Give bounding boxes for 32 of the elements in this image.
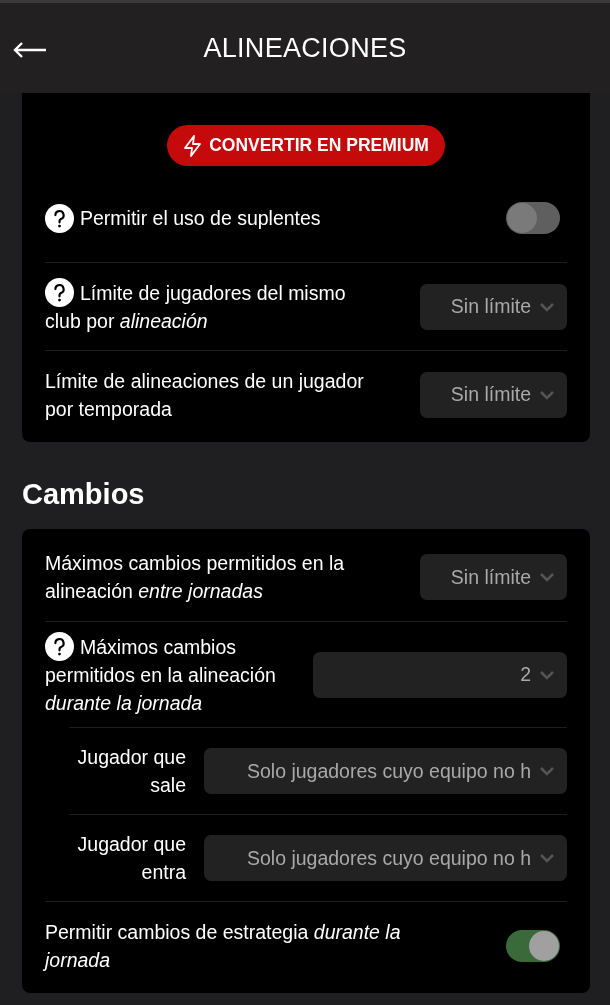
- toggle-switch[interactable]: [506, 929, 560, 962]
- setting-label: Máximos cambios: [80, 634, 237, 660]
- setting-label: Límite de alineaciones de un jugador por temporada: [45, 368, 365, 422]
- section-title: Cambios: [22, 477, 146, 512]
- help-icon[interactable]: [45, 632, 74, 661]
- chevron-down-icon: [539, 669, 555, 680]
- setting-label: Permitir cambios de estrategia durante la jornada: [45, 919, 402, 973]
- chevron-down-icon: [539, 766, 555, 776]
- setting-label: Máximos cambios permitidos en la alineación entre jornadas: [45, 551, 346, 604]
- page-title: ALINEACIONES: [203, 32, 407, 64]
- chevron-down-icon: [539, 853, 555, 863]
- setting-label: Límite de jugadores del mismo: [80, 280, 346, 306]
- dropdown[interactable]: Sin límite: [420, 554, 567, 600]
- dropdown[interactable]: Solo jugadores cuyo equipo no h: [204, 748, 567, 794]
- toggle-switch[interactable]: [506, 202, 560, 234]
- setting-label: club por alineación: [45, 309, 209, 334]
- chevron-down-icon: [539, 389, 555, 400]
- help-icon[interactable]: [45, 203, 74, 233]
- chevron-down-icon: [539, 572, 555, 582]
- dropdown[interactable]: Solo jugadores cuyo equipo no h: [204, 835, 567, 881]
- setting-label: Permitir el uso de suplentes: [80, 206, 321, 231]
- premium-button[interactable]: CONVERTIR EN PREMIUM: [167, 125, 445, 166]
- lightning-icon: [183, 134, 204, 157]
- setting-label: Jugador que sale: [76, 745, 186, 798]
- dropdown[interactable]: Sin límite: [420, 371, 567, 418]
- help-icon[interactable]: [45, 278, 74, 307]
- back-arrow-icon[interactable]: [12, 41, 48, 59]
- setting-label: permitidos en la alineación durante la jornada: [45, 663, 277, 716]
- setting-label: Jugador que entra: [76, 832, 186, 885]
- chevron-down-icon: [539, 301, 555, 312]
- dropdown[interactable]: Sin límite: [420, 283, 567, 330]
- dropdown[interactable]: 2: [313, 651, 567, 698]
